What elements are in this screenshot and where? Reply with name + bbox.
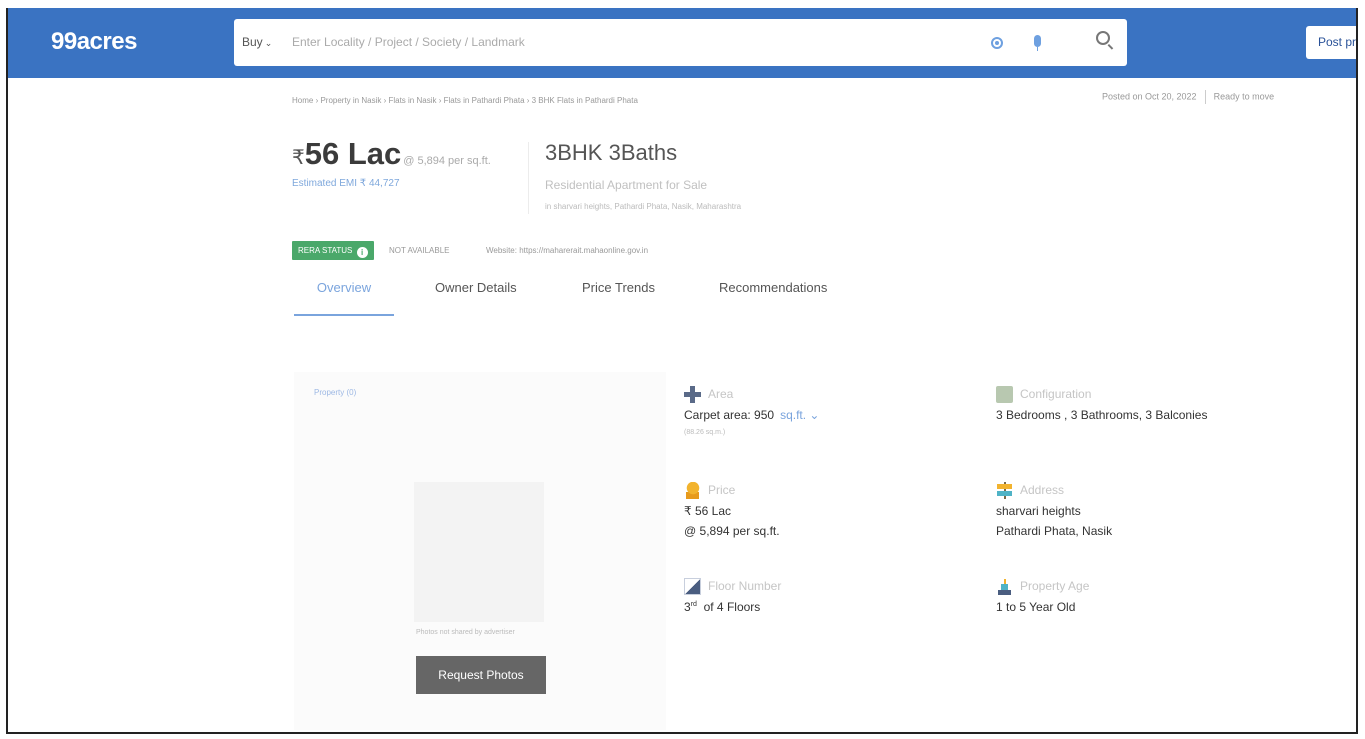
request-photos-button[interactable]: Request Photos — [416, 656, 546, 694]
property-type: Residential Apartment for Sale — [545, 178, 708, 192]
possession-status: Ready to move — [1213, 91, 1275, 102]
site-logo[interactable]: 99acres — [51, 28, 137, 56]
tab-recommendations[interactable]: Recommendations — [719, 280, 827, 316]
price-amount: 56 Lac — [304, 136, 402, 171]
chevron-down-icon: ⌄ — [809, 408, 820, 422]
rera-status-value: NOT AVAILABLE — [389, 246, 450, 255]
microphone-icon[interactable] — [1034, 35, 1041, 51]
stairs-icon — [684, 578, 701, 595]
age-value: 1 to 5 Year Old — [996, 600, 1076, 614]
configuration-label: Configuration — [1020, 387, 1092, 401]
emi-link[interactable]: Estimated EMI ₹ 44,727 — [292, 178, 491, 189]
address-line1: sharvari heights — [996, 504, 1081, 518]
configuration-icon — [996, 386, 1013, 403]
building-icon — [996, 578, 1013, 595]
age-label: Property Age — [1020, 579, 1090, 593]
price-per-sqft-value: @ 5,894 per sq.ft. — [684, 524, 780, 538]
tab-overview[interactable]: Overview — [294, 280, 394, 316]
photo-gallery: Property (0) Photos not shared by advert… — [294, 372, 666, 730]
rupee-icon: ₹ — [292, 147, 305, 169]
post-property-button[interactable]: Post property — [1306, 26, 1356, 59]
tab-owner-details[interactable]: Owner Details — [435, 280, 517, 316]
floor-label: Floor Number — [708, 579, 782, 593]
price-block: ₹56 Lac @ 5,894 per sq.ft. Estimated EMI … — [292, 136, 491, 189]
address-label: Address — [1020, 483, 1065, 497]
area-value: Carpet area: 950 — [684, 408, 775, 422]
area-unit-dropdown[interactable]: sq.ft. ⌄ — [780, 408, 819, 422]
area-icon — [684, 386, 701, 403]
floor-number: 3 — [684, 600, 691, 614]
property-location: in sharvari heights, Pathardi Phata, Nas… — [545, 202, 742, 211]
search-input[interactable] — [292, 33, 892, 51]
title-block: 3BHK 3Baths Residential Apartment for Sa… — [545, 140, 741, 211]
rera-website[interactable]: Website: https://maharerait.mahaonline.g… — [486, 246, 648, 255]
configuration-value: 3 Bedrooms , 3 Bathrooms, 3 Balconies — [996, 408, 1208, 422]
property-config: 3BHK 3Baths — [545, 140, 678, 165]
signpost-icon — [996, 482, 1013, 499]
posted-info: Posted on Oct 20, 2022 Ready to move — [1102, 90, 1274, 104]
photo-caption: Photos not shared by advertiser — [416, 629, 515, 636]
area-value-line: Carpet area: 950 sq.ft. ⌄ — [684, 408, 819, 422]
info-icon[interactable]: i — [356, 247, 368, 258]
address-line2: Pathardi Phata, Nasik — [996, 524, 1113, 538]
price-tag-icon — [684, 482, 701, 499]
top-header: 99acres Buy⌄ Post property — [8, 8, 1356, 78]
search-bar: Buy ⌄ — [234, 19, 1127, 66]
rera-status-badge[interactable]: RERA STATUS i — [292, 241, 374, 260]
breadcrumb[interactable]: Home › Property in Nasik › Flats in Nasi… — [292, 96, 638, 105]
search-icon[interactable] — [1096, 31, 1110, 45]
area-unit-label: sq.ft. — [780, 408, 807, 422]
buy-dropdown[interactable]: Buy ⌄ — [242, 35, 272, 49]
photo-placeholder — [414, 482, 544, 622]
floor-total: of 4 Floors — [703, 600, 761, 614]
floor-ordinal: rd — [690, 601, 697, 608]
location-icon[interactable] — [991, 37, 1003, 49]
price-heading: ₹56 Lac @ 5,894 per sq.ft. — [292, 136, 491, 172]
floor-value: 3rd of 4 Floors — [684, 600, 760, 614]
divider — [528, 142, 529, 214]
area-sqm: (88.26 sq.m.) — [684, 429, 726, 436]
browser-frame: 99acres Buy⌄ Post property Home › Proper… — [6, 8, 1358, 734]
divider — [1204, 90, 1206, 104]
price-value: ₹ 56 Lac — [684, 504, 731, 518]
photo-count-label: Property (0) — [314, 388, 357, 397]
tab-price-trends[interactable]: Price Trends — [582, 280, 655, 316]
rera-badge-label: RERA STATUS — [298, 246, 353, 255]
price-per-sqft: @ 5,894 per sq.ft. — [403, 155, 491, 167]
posted-date: Posted on Oct 20, 2022 — [1102, 91, 1197, 102]
price-label: Price — [708, 483, 736, 497]
buy-dropdown-label: Buy — [242, 35, 263, 49]
area-label: Area — [708, 387, 734, 401]
chevron-down-icon: ⌄ — [264, 38, 273, 48]
